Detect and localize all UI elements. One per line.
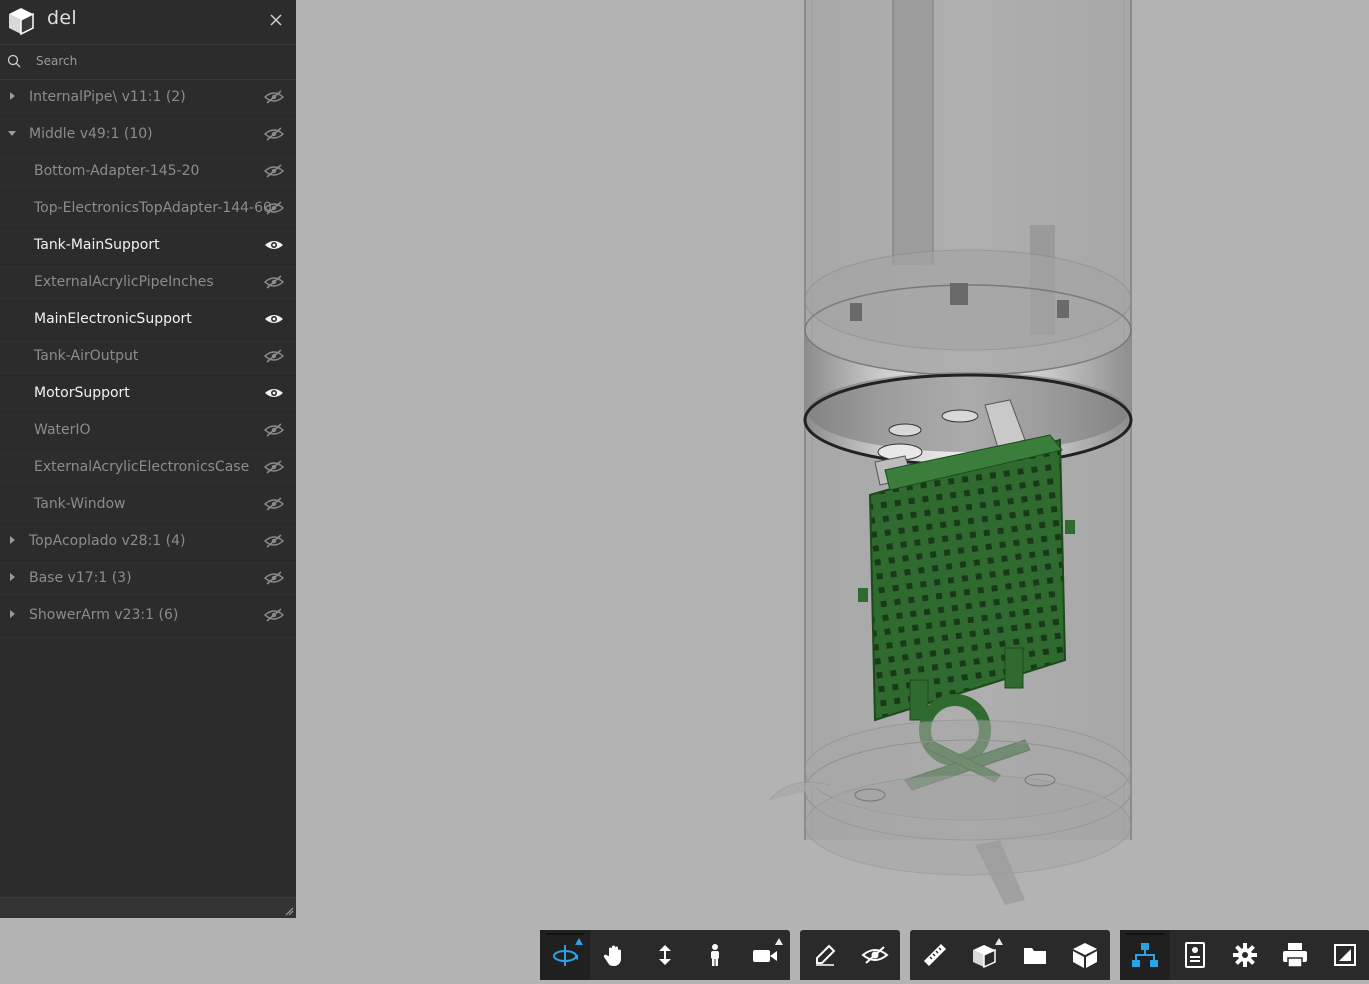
tree-node[interactable]: Middle v49:1 (10) xyxy=(0,117,296,154)
tree-node[interactable]: Base v17:1 (3) xyxy=(0,561,296,598)
navigation-tools-group xyxy=(540,930,790,980)
settings-gear-icon[interactable] xyxy=(1220,930,1270,980)
tree-node-label: Base v17:1 (3) xyxy=(29,570,132,586)
analysis-tools-group xyxy=(910,930,1110,980)
tree-child-node[interactable]: Top-ElectronicsTopAdapter-144-60 xyxy=(0,191,296,228)
panel-header: del xyxy=(0,0,296,45)
properties-icon[interactable] xyxy=(1170,930,1220,980)
explode-folder-icon[interactable] xyxy=(1010,930,1060,980)
caret-right-icon[interactable] xyxy=(7,535,17,547)
dolly-icon[interactable] xyxy=(640,930,690,980)
caret-right-icon[interactable] xyxy=(7,609,17,621)
print-icon[interactable] xyxy=(1270,930,1320,980)
model-tree: InternalPipe\ v11:1 (2) Middle v49:1 (10)… xyxy=(0,80,296,635)
model-render[interactable] xyxy=(296,0,1369,980)
pan-icon[interactable] xyxy=(590,930,640,980)
model-browser-icon[interactable] xyxy=(1120,930,1170,980)
tree-child-node[interactable]: Tank-Window xyxy=(0,487,296,524)
model-browser-panel: del InternalPipe\ v11:1 (2) Middle v49:1 … xyxy=(0,0,296,918)
3d-viewport[interactable] xyxy=(296,0,1369,980)
tree-child-node[interactable]: MotorSupport xyxy=(0,376,296,413)
hidden-eye-icon[interactable] xyxy=(264,423,284,437)
hidden-eye-icon[interactable] xyxy=(264,497,284,511)
tree-child-node[interactable]: Tank-AirOutput xyxy=(0,339,296,376)
hidden-eye-icon[interactable] xyxy=(264,201,284,215)
close-icon[interactable] xyxy=(266,10,286,30)
hidden-eye-icon[interactable] xyxy=(264,127,284,141)
submenu-arrow-icon[interactable] xyxy=(995,938,1003,945)
caret-right-icon[interactable] xyxy=(7,91,17,103)
search-icon xyxy=(7,54,21,68)
tree-node-label: MotorSupport xyxy=(34,385,130,401)
submenu-arrow-icon[interactable] xyxy=(575,938,583,945)
tree-node-label: Bottom-Adapter-145-20 xyxy=(34,163,200,179)
measure-icon[interactable] xyxy=(910,930,960,980)
hidden-eye-icon[interactable] xyxy=(264,534,284,548)
tree-node-label: TopAcoplado v28:1 (4) xyxy=(29,533,186,549)
tree-node-label: Tank-AirOutput xyxy=(34,348,139,364)
tree-child-node[interactable]: WaterIO xyxy=(0,413,296,450)
search-input[interactable] xyxy=(30,49,292,73)
caret-down-icon[interactable] xyxy=(7,128,17,140)
tree-node-label: InternalPipe\ v11:1 (2) xyxy=(29,89,186,105)
fullscreen-icon[interactable] xyxy=(1320,930,1369,980)
hidden-eye-icon[interactable] xyxy=(264,608,284,622)
hidden-eye-icon[interactable] xyxy=(264,90,284,104)
tree-child-node[interactable]: ExternalAcrylicPipeInches xyxy=(0,265,296,302)
settings-tools-group xyxy=(1120,930,1369,980)
markup-pencil-icon[interactable] xyxy=(800,930,850,980)
submenu-arrow-icon[interactable] xyxy=(775,938,783,945)
panel-title: del xyxy=(47,7,77,29)
section-box-icon[interactable] xyxy=(960,930,1010,980)
orbit-icon[interactable] xyxy=(540,930,590,980)
tree-node-label: ExternalAcrylicPipeInches xyxy=(34,274,214,290)
tree-child-node[interactable]: ExternalAcrylicElectronicsCase xyxy=(0,450,296,487)
tree-node-label: WaterIO xyxy=(34,422,91,438)
panel-footer xyxy=(0,897,296,918)
tree-child-node[interactable]: MainElectronicSupport xyxy=(0,302,296,339)
hidden-eye-icon[interactable] xyxy=(264,275,284,289)
first-person-icon[interactable] xyxy=(690,930,740,980)
tree-node[interactable]: InternalPipe\ v11:1 (2) xyxy=(0,80,296,117)
tree-node-label: Tank-Window xyxy=(34,496,126,512)
visible-eye-icon[interactable] xyxy=(264,312,284,326)
tree-node[interactable]: ShowerArm v23:1 (6) xyxy=(0,598,296,635)
tree-node-label: MainElectronicSupport xyxy=(34,311,192,327)
tree-node-label: Middle v49:1 (10) xyxy=(29,126,153,142)
visible-eye-icon[interactable] xyxy=(264,238,284,252)
hidden-eye-icon[interactable] xyxy=(264,164,284,178)
camera-icon[interactable] xyxy=(740,930,790,980)
model-cube-icon[interactable] xyxy=(1060,930,1110,980)
hidden-eye-icon[interactable] xyxy=(264,349,284,363)
hidden-eye-icon[interactable] xyxy=(264,571,284,585)
tree-child-node[interactable]: Tank-MainSupport xyxy=(0,228,296,265)
resize-grip-icon[interactable] xyxy=(284,906,294,916)
markup-tools-group xyxy=(800,930,900,980)
search-bar xyxy=(0,45,296,80)
visible-eye-icon[interactable] xyxy=(264,386,284,400)
caret-right-icon[interactable] xyxy=(7,572,17,584)
tree-node-label: Tank-MainSupport xyxy=(34,237,160,253)
tree-node-label: ExternalAcrylicElectronicsCase xyxy=(34,459,250,475)
tree-node-label: ShowerArm v23:1 (6) xyxy=(29,607,179,623)
tree-child-node[interactable]: Bottom-Adapter-145-20 xyxy=(0,154,296,191)
hidden-eye-icon[interactable] xyxy=(264,460,284,474)
tree-node-label: Top-ElectronicsTopAdapter-144-60 xyxy=(34,200,272,216)
model-cube-logo-icon xyxy=(0,0,46,44)
tree-node[interactable]: TopAcoplado v28:1 (4) xyxy=(0,524,296,561)
hide-icon[interactable] xyxy=(850,930,900,980)
